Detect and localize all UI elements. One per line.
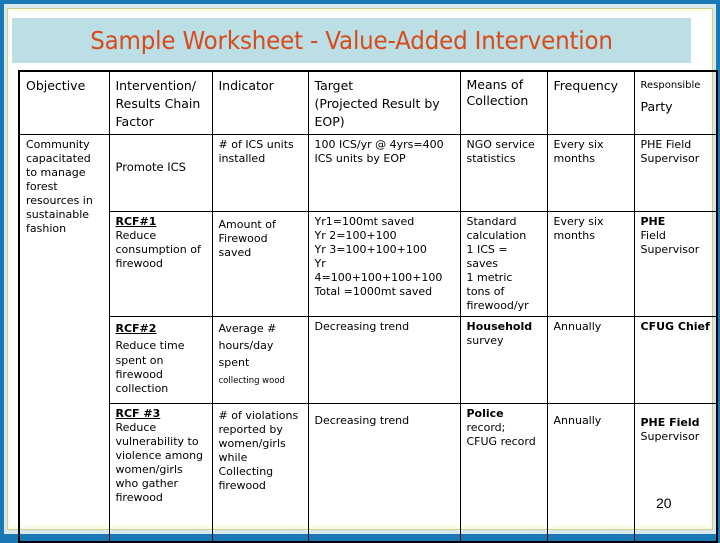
rcf-label: RCF#1	[115, 215, 157, 228]
target-cell: Decreasing trend	[307, 316, 461, 404]
table-row: RCF#1 Reduce consumption of firewood Amo…	[19, 211, 718, 317]
col-header-responsible: Responsible Party	[633, 70, 718, 135]
col-header-intervention: Intervention/ Results Chain Factor	[108, 70, 213, 135]
indicator-cell: Average # hours/day spent collecting woo…	[211, 316, 309, 404]
target-cell: Decreasing trend	[307, 403, 461, 542]
page-number: 20	[656, 495, 672, 511]
indicator-cell: Amount of Firewood saved	[211, 211, 309, 317]
indicator-note: collecting wood	[218, 376, 285, 386]
target-cell: 100 ICS/yr @ 4yrs=400 ICS units by EOP	[307, 134, 461, 212]
frequency-cell: Annually	[546, 403, 635, 542]
rcf-label: RCF#2	[115, 322, 157, 335]
target-cell: Yr1=100mt saved Yr 2=100+100 Yr 3=100+10…	[307, 211, 461, 317]
responsible-cell: PHE Field Supervisor	[633, 134, 718, 212]
table-row: Community capacitated to manage forest r…	[18, 134, 718, 542]
objective-cell: Community capacitated to manage forest r…	[18, 134, 110, 542]
col-header-indicator: Indicator	[211, 70, 309, 135]
col-header-frequency: Frequency	[546, 70, 635, 135]
responsible-cell: CFUG Chief	[633, 316, 718, 404]
means-cell: NGO service statistics	[459, 134, 548, 212]
col-header-means: Means of Collection	[459, 70, 548, 135]
frequency-cell: Every six months	[546, 211, 635, 317]
frequency-cell: Annually	[546, 316, 635, 404]
indicator-cell: # of violations reported by women/girls …	[211, 403, 309, 542]
col-header-objective: Objective	[18, 70, 110, 135]
table-row: RCF #3 Reduce vulnerability to violence …	[19, 403, 718, 542]
intervention-cell: RCF#2 Reduce time spent on firewood coll…	[108, 316, 213, 404]
responsible-cell: PHE Field Supervisor	[633, 403, 718, 542]
header-row: Objective Intervention/ Results Chain Fa…	[18, 70, 718, 135]
intervention-cell: RCF #3 Reduce vulnerability to violence …	[108, 403, 213, 542]
means-cell: Household survey	[459, 316, 548, 404]
intervention-cell: RCF#1 Reduce consumption of firewood	[108, 211, 213, 317]
slide-title: Sample Worksheet - Value-Added Intervent…	[90, 26, 613, 55]
means-cell: Standard calculation 1 ICS = saves 1 met…	[459, 211, 548, 317]
means-cell: Police record; CFUG record	[459, 403, 548, 542]
title-banner: Sample Worksheet - Value-Added Intervent…	[12, 18, 691, 63]
table-row: RCF#2 Reduce time spent on firewood coll…	[19, 316, 718, 404]
indicator-cell: # of ICS units installed	[211, 134, 309, 212]
intervention-cell: Promote ICS	[108, 134, 213, 212]
frequency-cell: Every six months	[546, 134, 635, 212]
worksheet-table: Objective Intervention/ Results Chain Fa…	[18, 70, 718, 543]
col-header-target: Target (Projected Result by EOP)	[307, 70, 461, 135]
rcf-label: RCF #3	[115, 407, 161, 420]
responsible-cell: PHE Field Supervisor	[633, 211, 718, 317]
